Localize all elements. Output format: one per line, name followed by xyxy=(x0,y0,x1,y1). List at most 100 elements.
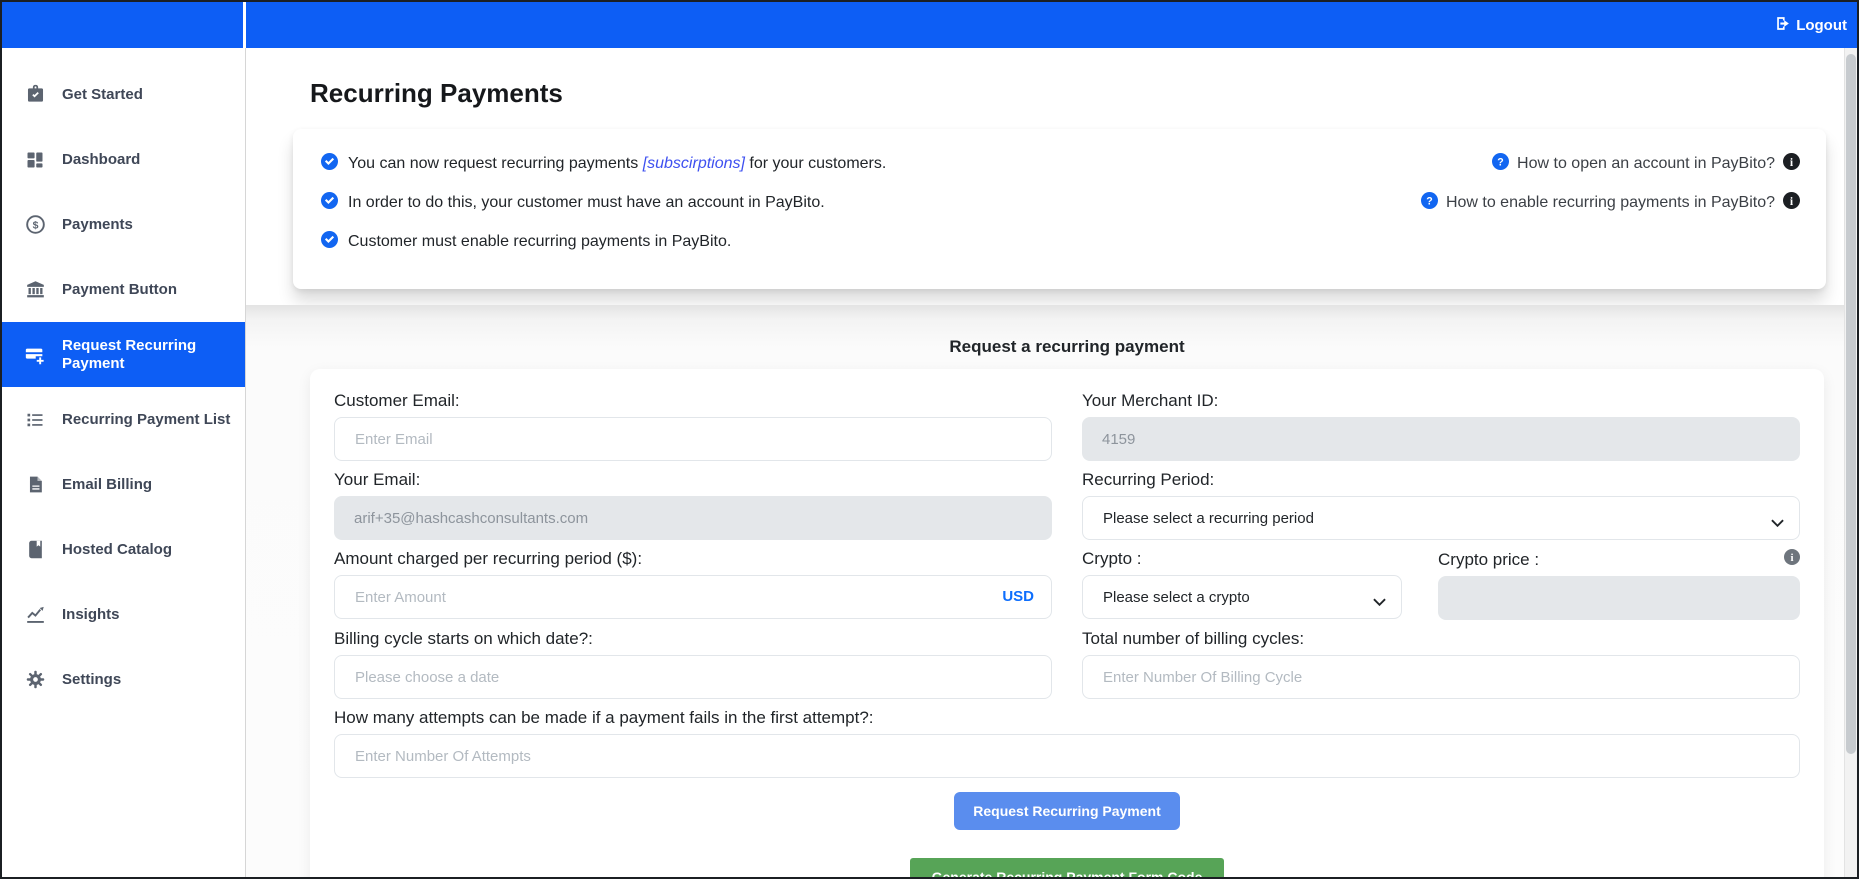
bullet-text-post: for your customers. xyxy=(745,155,886,172)
amount-label: Amount charged per recurring period ($): xyxy=(334,549,1052,569)
info-bullet: Customer must enable recurring payments … xyxy=(321,231,886,253)
merchant-id-input xyxy=(1082,417,1800,461)
topbar: Logout xyxy=(2,2,1857,48)
recurring-payment-form: Customer Email: Your Merchant ID: Your E… xyxy=(310,369,1824,879)
your-email-input xyxy=(334,496,1052,540)
sidebar-item-payments[interactable]: $ Payments xyxy=(2,192,245,257)
topbar-brand-area xyxy=(2,2,246,48)
info-bullet: In order to do this, your customer must … xyxy=(321,192,886,214)
gear-icon xyxy=(24,669,46,690)
generate-form-code-button[interactable]: Generate Recurring Payment Form Code xyxy=(910,858,1225,879)
recurring-period-group: Recurring Period: Please select a recurr… xyxy=(1082,470,1800,540)
info-circle-icon[interactable]: i xyxy=(1783,192,1800,214)
svg-text:?: ? xyxy=(1497,156,1503,168)
page-title: Recurring Payments xyxy=(310,78,1826,109)
sidebar-item-request-recurring-payment[interactable]: Request Recurring Payment xyxy=(2,322,245,387)
billing-date-group: Billing cycle starts on which date?: xyxy=(334,629,1052,699)
amount-group: Amount charged per recurring period ($):… xyxy=(334,549,1052,620)
logout-label: Logout xyxy=(1796,17,1847,34)
billing-cycles-label: Total number of billing cycles: xyxy=(1082,629,1800,649)
crypto-row: Crypto : Please select a crypto xyxy=(1082,549,1800,620)
recurring-period-select[interactable]: Please select a recurring period xyxy=(1082,496,1800,540)
sidebar-item-dashboard[interactable]: Dashboard xyxy=(2,127,245,192)
merchant-id-label: Your Merchant ID: xyxy=(1082,391,1800,411)
logout-button[interactable]: Logout xyxy=(1774,15,1847,36)
main-content: Recurring Payments You can now request r… xyxy=(246,48,1857,877)
help-links: ? How to open an account in PayBito? i ? xyxy=(1421,153,1800,259)
sidebar-item-recurring-payment-list[interactable]: Recurring Payment List xyxy=(2,387,245,452)
bullet-text: In order to do this, your customer must … xyxy=(348,194,825,212)
scrollbar-thumb[interactable] xyxy=(1846,54,1856,754)
sidebar-item-label: Hosted Catalog xyxy=(62,541,172,559)
list-icon xyxy=(24,410,46,430)
sidebar: Get Started Dashboard $ Payments Payment… xyxy=(2,48,246,877)
sidebar-item-label: Email Billing xyxy=(62,476,152,494)
crypto-label: Crypto : xyxy=(1082,549,1402,569)
crypto-price-label: Crypto price : xyxy=(1438,550,1539,570)
request-recurring-payment-button[interactable]: Request Recurring Payment xyxy=(954,792,1180,830)
sidebar-item-settings[interactable]: Settings xyxy=(2,647,245,712)
sidebar-item-label: Dashboard xyxy=(62,151,140,169)
crypto-price-input xyxy=(1438,576,1800,620)
customer-email-label: Customer Email: xyxy=(334,391,1052,411)
sidebar-item-label: Insights xyxy=(62,606,120,624)
sidebar-item-label: Payment Button xyxy=(62,281,177,299)
billing-date-input[interactable] xyxy=(334,655,1052,699)
bank-icon xyxy=(24,279,46,300)
bullet-text: You can now request recurring payments [… xyxy=(348,155,886,173)
your-email-label: Your Email: xyxy=(334,470,1052,490)
info-circle-icon[interactable]: i xyxy=(1783,153,1800,175)
recurring-period-label: Recurring Period: xyxy=(1082,470,1800,490)
svg-text:i: i xyxy=(1790,552,1793,564)
sidebar-item-label: Get Started xyxy=(62,86,143,104)
attempts-input[interactable] xyxy=(334,734,1800,778)
help-open-account-link[interactable]: ? How to open an account in PayBito? i xyxy=(1492,153,1800,175)
briefcase-check-icon xyxy=(24,84,46,105)
check-circle-icon xyxy=(321,231,338,253)
sidebar-item-get-started[interactable]: Get Started xyxy=(2,62,245,127)
customer-email-input[interactable] xyxy=(334,417,1052,461)
main-top: Recurring Payments You can now request r… xyxy=(246,48,1857,305)
currency-label: USD xyxy=(1002,588,1034,605)
your-email-group: Your Email: xyxy=(334,470,1052,540)
logout-icon xyxy=(1774,15,1791,36)
question-circle-icon: ? xyxy=(1421,192,1438,214)
sidebar-item-payment-button[interactable]: Payment Button xyxy=(2,257,245,322)
svg-text:$: $ xyxy=(32,219,38,231)
crypto-select[interactable]: Please select a crypto xyxy=(1082,575,1402,619)
sidebar-item-hosted-catalog[interactable]: Hosted Catalog xyxy=(2,517,245,582)
merchant-id-group: Your Merchant ID: xyxy=(1082,391,1800,461)
app-window: Logout Get Started Dashboard $ xyxy=(0,0,1859,879)
chart-icon xyxy=(24,604,46,625)
help-enable-recurring-link[interactable]: ? How to enable recurring payments in Pa… xyxy=(1421,192,1800,214)
sidebar-item-email-billing[interactable]: Email Billing xyxy=(2,452,245,517)
info-card: You can now request recurring payments [… xyxy=(293,129,1826,289)
attempts-label: How many attempts can be made if a payme… xyxy=(334,708,1800,728)
amount-input[interactable] xyxy=(334,575,1052,619)
info-bullet: You can now request recurring payments [… xyxy=(321,153,886,175)
check-circle-icon xyxy=(321,153,338,175)
crypto-price-group: Crypto price : i xyxy=(1438,549,1800,620)
svg-text:?: ? xyxy=(1426,195,1432,207)
sidebar-item-label: Recurring Payment List xyxy=(62,411,230,429)
sidebar-item-label: Request Recurring Payment xyxy=(62,337,231,373)
form-title: Request a recurring payment xyxy=(310,337,1824,357)
billing-cycles-group: Total number of billing cycles: xyxy=(1082,629,1800,699)
body: Get Started Dashboard $ Payments Payment… xyxy=(2,48,1857,877)
bullet-text-pre: You can now request recurring payments xyxy=(348,155,643,172)
crypto-price-info-icon[interactable]: i xyxy=(1784,549,1800,570)
help-link-label: How to enable recurring payments in PayB… xyxy=(1446,194,1775,212)
vertical-scrollbar[interactable] xyxy=(1844,48,1857,877)
book-icon xyxy=(24,540,46,559)
card-plus-icon xyxy=(24,344,46,366)
form-section: Request a recurring payment Customer Ema… xyxy=(246,305,1857,879)
attempts-group: How many attempts can be made if a payme… xyxy=(334,708,1800,778)
info-bullets: You can now request recurring payments [… xyxy=(321,153,886,259)
sidebar-item-insights[interactable]: Insights xyxy=(2,582,245,647)
billing-cycles-input[interactable] xyxy=(1082,655,1800,699)
document-icon xyxy=(24,475,46,494)
subscriptions-link[interactable]: [subscirptions] xyxy=(643,155,745,172)
crypto-group: Crypto : Please select a crypto xyxy=(1082,549,1402,620)
bullet-text: Customer must enable recurring payments … xyxy=(348,233,731,251)
sidebar-item-label: Settings xyxy=(62,671,121,689)
